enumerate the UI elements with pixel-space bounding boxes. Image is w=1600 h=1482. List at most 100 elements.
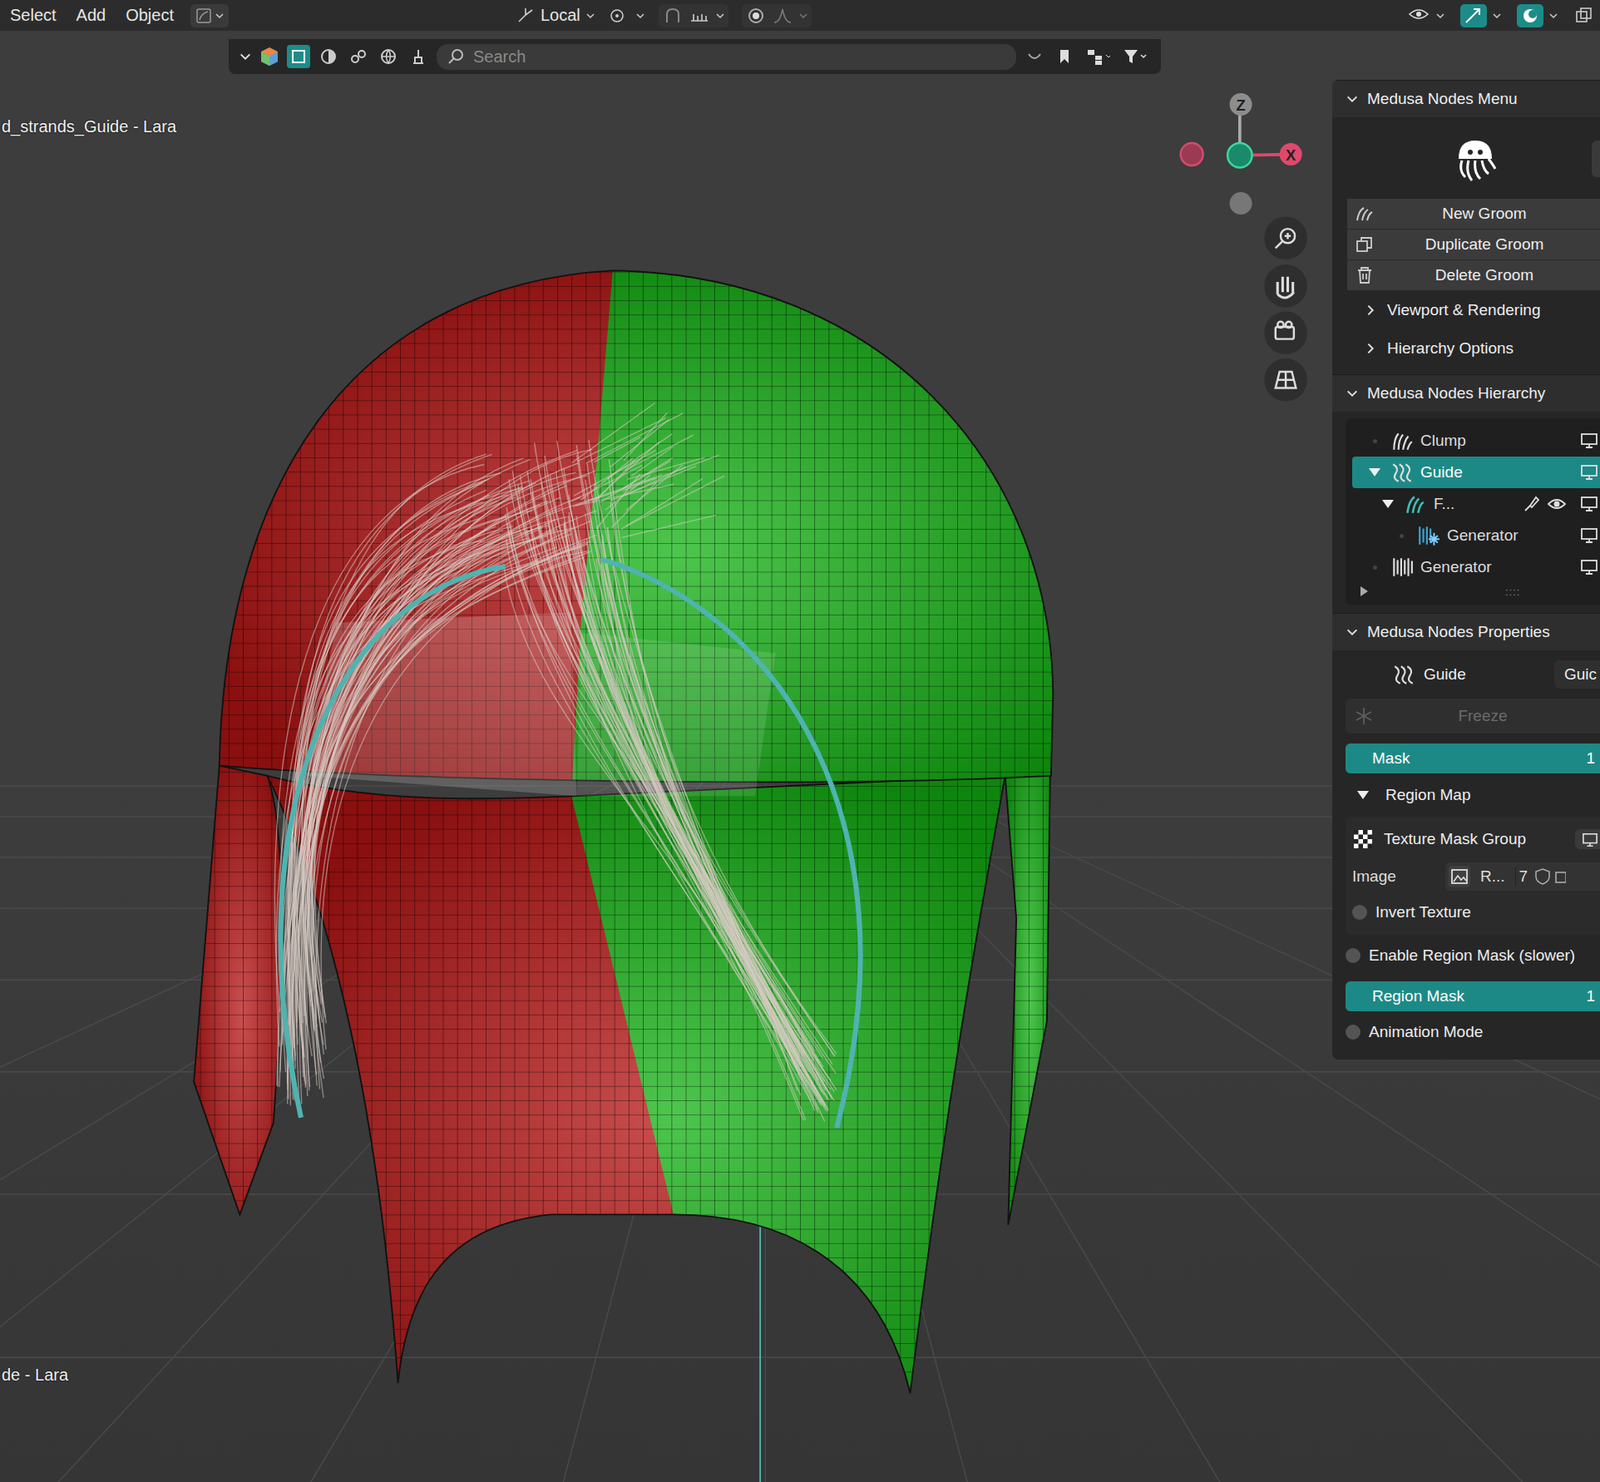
invert-texture-checkbox[interactable]: Invert Texture [1352,896,1600,929]
groom-button[interactable]: Delete Groom [1347,260,1600,292]
render-toggle-icon[interactable] [1580,558,1599,576]
chevron-icon [1363,303,1378,317]
region-mask-slider[interactable]: Region Mask 1 [1345,981,1600,1012]
tree-item[interactable]: Guide [1352,456,1600,489]
region-map-header[interactable]: Region Map [1345,778,1600,812]
search-icon [446,47,465,66]
bullet-icon [1399,533,1404,539]
outliner-header: Search [228,39,1161,75]
snowflake-icon [1353,706,1374,726]
expand-icon [1357,790,1369,800]
floor-grid [0,714,1600,1482]
menu-bar: SelectAddObject Local [0,0,1600,31]
menu-item[interactable]: Add [68,2,115,29]
frozen-icon [1417,523,1441,548]
proportional-icon[interactable] [741,4,812,28]
search-field[interactable]: Search [436,44,1017,70]
duplicate-icon[interactable] [1554,867,1566,886]
orientation-icon [515,6,536,25]
shading-icon[interactable] [316,44,341,69]
cube-icon[interactable] [258,45,281,68]
svg-text:X: X [1285,146,1297,164]
duplicate-icon [1353,234,1376,255]
object-mode-icon[interactable] [286,44,311,69]
expand-icon[interactable] [1368,468,1381,477]
subsection-header[interactable]: Hierarchy Options [1347,329,1600,368]
freeze-button[interactable]: Freeze [1345,698,1600,734]
expand-icon[interactable] [1382,499,1394,509]
visibility-icon[interactable] [1407,5,1446,26]
medusa-side-panel: Medusa Nodes Menu New Groom Duplicate Gr… [1332,79,1600,1060]
svg-text:Z: Z [1235,96,1245,114]
transform-orientation[interactable]: Local [515,5,596,25]
image-icon[interactable] [1448,865,1471,888]
particles-icon[interactable] [346,44,371,69]
image-row: Image R... 7 [1352,859,1600,894]
object-label: de - Lara [1,1365,69,1385]
properties-section-header[interactable]: Medusa Nodes Properties [1332,612,1600,651]
render-toggle-icon[interactable] [1580,527,1599,544]
filter-icon[interactable] [1119,44,1151,69]
hair-strands [274,402,837,1121]
menu-item[interactable]: Object [117,2,183,29]
snap-icon[interactable] [658,4,729,28]
node-name-field[interactable]: Guic [1554,660,1600,689]
tree-item[interactable]: F... [1352,488,1600,520]
bullet-icon [1372,439,1378,444]
brush-icon[interactable] [406,44,430,69]
select-mode-icon[interactable] [190,4,229,28]
trash-icon [1353,265,1376,286]
xray-icon[interactable] [1573,5,1596,26]
hierarchy-icon[interactable] [1082,44,1113,69]
navigation-gizmo[interactable]: ZX [1180,93,1303,215]
properties-section: Guide Guic Freeze Mask 1 Region Map Text… [1332,650,1600,1053]
viewport-3d[interactable]: ZX d_strands_Guide - Lara de - Lara Sear… [0,30,1600,1482]
sort-icon[interactable] [1022,44,1047,69]
image-selector[interactable]: R... 7 [1445,862,1600,891]
chevron-icon [1363,341,1378,356]
world-icon[interactable] [376,44,400,69]
view-controls[interactable] [1264,216,1308,401]
option-checkbox[interactable]: Animation Mode [1345,1016,1600,1048]
groom-icon [1403,492,1428,516]
hierarchy-section-header[interactable]: Medusa Nodes Hierarchy [1332,374,1600,412]
medusa-logo-icon [1446,133,1501,188]
hierarchy-tree: Clump Guide F... Generator Generator :::… [1345,418,1600,605]
new-groom-icon [1353,203,1376,224]
groom-button[interactable]: New Groom [1347,198,1600,230]
chevron-icon [1345,92,1359,106]
logo-side-box [1591,140,1600,178]
fake-user-icon[interactable] [1534,867,1551,886]
subsection-header[interactable]: Viewport & Rendering [1347,291,1600,330]
menu-section-header[interactable]: Medusa Nodes Menu [1332,79,1600,118]
expand-icon[interactable] [1360,586,1368,597]
groom-button[interactable]: Duplicate Groom [1347,229,1600,261]
render-toggle-icon[interactable] [1580,495,1599,513]
eye-icon[interactable] [1546,494,1567,514]
head-mesh[interactable] [193,270,1053,1393]
render-toggle-icon[interactable] [1580,464,1599,481]
menu-item[interactable]: Select [1,2,65,29]
guide-icon [1392,662,1416,687]
chevron-icon [1345,386,1359,400]
clump-icon [1390,429,1414,453]
edit-brush-icon[interactable] [1521,494,1541,514]
gizmo-toggle-icon[interactable] [1460,4,1502,28]
option-checkbox[interactable]: Enable Region Mask (slower) [1345,939,1600,972]
chevron-icon [1345,625,1359,639]
guide-curves[interactable] [280,559,860,1128]
generator-icon [1390,555,1414,579]
menu-section: New Groom Duplicate Groom Delete Groom V… [1332,117,1600,375]
tree-item[interactable]: Clump [1352,424,1600,457]
render-toggle-icon[interactable] [1575,829,1600,850]
mask-slider[interactable]: Mask 1 [1345,743,1600,774]
overlay-icon[interactable] [1516,4,1559,28]
tree-item[interactable]: Generator [1352,551,1600,583]
chevron-icon[interactable] [238,49,252,64]
render-toggle-icon[interactable] [1580,432,1599,450]
bookmark-icon[interactable] [1052,44,1077,69]
tree-footer[interactable]: :::: [1345,582,1600,600]
pivot-icon[interactable] [608,5,646,26]
tree-item[interactable]: Generator [1352,519,1600,552]
node-type-row: Guide Guic [1345,655,1600,694]
